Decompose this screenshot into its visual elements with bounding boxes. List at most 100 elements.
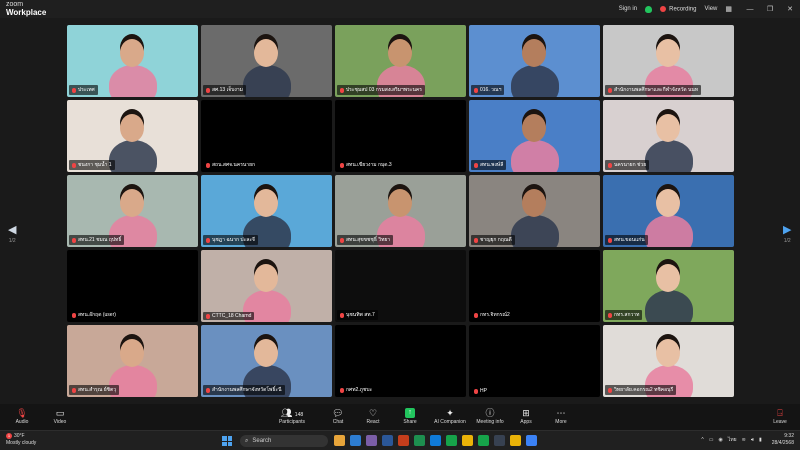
app-brand: zoom Workplace: [6, 1, 46, 17]
participant-face: [254, 264, 278, 292]
teams-icon[interactable]: [366, 435, 377, 446]
volume-icon[interactable]: 🔊︎: [751, 437, 754, 443]
taskbar-search[interactable]: ⌕ Search: [240, 435, 328, 447]
video-tile[interactable]: สทน.ขอนแก่น: [603, 175, 734, 247]
language-indicator[interactable]: ไทย: [728, 436, 737, 444]
participant-name: สทน.ขอนแก่น: [605, 235, 648, 245]
video-tile[interactable]: นุชนทิพ สท.7: [335, 250, 466, 322]
video-tile[interactable]: กทร.จิทกรณ์2: [469, 250, 600, 322]
chevron-up-icon[interactable]: ^: [701, 437, 703, 443]
view-button[interactable]: View: [704, 6, 717, 12]
taskbar-apps: [334, 435, 537, 446]
excel-icon[interactable]: [414, 435, 425, 446]
audio-button[interactable]: 🎙︎ Audio: [2, 407, 42, 425]
edge-icon[interactable]: [350, 435, 361, 446]
participant-name: สทน.21 ชมณ ฤปทธิ์: [69, 235, 125, 245]
leave-door-icon: ⍈: [777, 408, 783, 418]
video-tile[interactable]: วิทยาลัย.คอกรณ2 ทชิคอนุรี: [603, 325, 734, 397]
video-tile[interactable]: ชาญยุก กฤณดี: [469, 175, 600, 247]
network-icon[interactable]: ◉: [719, 437, 723, 443]
battery-icon[interactable]: ▮: [759, 437, 762, 443]
video-tile[interactable]: สทน.สุขขชชุธิ์ วิทยา: [335, 175, 466, 247]
participant-video: [109, 140, 157, 172]
chrome-alt-icon[interactable]: [510, 435, 521, 446]
line-app-icon[interactable]: [478, 435, 489, 446]
participant-name: สศ.13 เจ็บงาม: [203, 85, 246, 95]
shield-icon[interactable]: [645, 5, 653, 13]
powerpoint-icon[interactable]: [398, 435, 409, 446]
participant-name: สทน.สุขขชชุธิ์ วิทยา: [337, 235, 394, 245]
video-tile[interactable]: นุชฎา ฉนาก ปะละจี: [201, 175, 332, 247]
mic-muted-icon: [206, 313, 210, 319]
word-icon[interactable]: [382, 435, 393, 446]
video-button[interactable]: ▭ Video: [40, 407, 80, 425]
grid-icon[interactable]: ▦: [725, 5, 732, 13]
mic-muted-icon: 🎙︎: [16, 408, 28, 418]
video-tile[interactable]: นครนายก ช่วย: [603, 100, 734, 172]
minimize-icon[interactable]: —: [740, 6, 760, 13]
recording-indicator[interactable]: Recording: [660, 5, 696, 12]
windows-start-icon[interactable]: [222, 436, 232, 446]
taskbar: 1 30°F Mostly cloudy ⌕ Search ^ ▭ ◉ ไทย ≋ …: [0, 430, 800, 450]
participant-name: สทน.เขียวงาม กมุด.3: [337, 160, 395, 170]
video-tile[interactable]: HP: [469, 325, 600, 397]
mic-muted-icon: [72, 162, 76, 168]
participant-face: [656, 189, 680, 217]
video-tile[interactable]: สทน.พงษ์ลี: [469, 100, 600, 172]
video-tile[interactable]: ประเทศ: [67, 25, 198, 97]
react-button[interactable]: ♡ React: [353, 407, 393, 425]
store-icon[interactable]: [494, 435, 505, 446]
video-tile[interactable]: สถน.สศจ.นครนายก: [201, 100, 332, 172]
video-tile[interactable]: CTTC_18 Charnd: [201, 250, 332, 322]
apps-button[interactable]: ⊞ Apps: [506, 407, 546, 425]
video-tile[interactable]: สทน.เขียวงาม กมุด.3: [335, 100, 466, 172]
video-tile[interactable]: สำนักงานพลศึกษาจังหวัดโพธิ์ะนี: [201, 325, 332, 397]
mic-muted-icon: [474, 87, 478, 93]
share-button[interactable]: ↑ Share: [390, 407, 430, 425]
video-tile[interactable]: สทน.สำรุณ ย์ชิตวุ: [67, 325, 198, 397]
mic-muted-icon: [474, 162, 478, 168]
ai-companion-button[interactable]: ✦ AI Companion: [430, 407, 470, 425]
video-tile[interactable]: กทร.สกวาท: [603, 250, 734, 322]
outlook-icon[interactable]: [430, 435, 441, 446]
participant-video: [511, 140, 559, 172]
maximize-icon[interactable]: ❐: [760, 5, 780, 13]
more-button[interactable]: ⋯ More: [541, 407, 581, 425]
participant-name: กทร.สกวาท: [605, 310, 643, 320]
participant-face: [254, 339, 278, 367]
participant-face: [388, 189, 412, 217]
participant-face: [656, 39, 680, 67]
close-icon[interactable]: ✕: [780, 5, 800, 13]
participant-face: [656, 264, 680, 292]
sign-in-link[interactable]: Sign in: [619, 6, 637, 12]
meeting-info-button[interactable]: ⓘ Meeting info: [470, 407, 510, 425]
mic-muted-icon: [340, 387, 344, 393]
chrome-icon[interactable]: [462, 435, 473, 446]
chat-tray-icon[interactable]: ▭: [709, 437, 714, 443]
video-tile[interactable]: สทน.อ๊กฤด (user): [67, 250, 198, 322]
participants-button[interactable]: 👥︎ 148 Participants: [272, 407, 312, 425]
line-icon[interactable]: [446, 435, 457, 446]
chevron-left-icon: ◀: [8, 224, 17, 236]
video-tile[interactable]: 016. วณฯ: [469, 25, 600, 97]
video-tile[interactable]: ประชุมสป 03 กรมสงเสริมฯพระนคร: [335, 25, 466, 97]
prev-page-button[interactable]: ◀ 1/2: [8, 223, 16, 244]
video-tile[interactable]: ชนงกา ชุมน้ำ 1: [67, 100, 198, 172]
video-stage: ◀ 1/2 ▶ 1/2 ประเทศ สศ.13 เจ็บงาม ประชุมสป …: [0, 18, 800, 404]
file-explorer-icon[interactable]: [334, 435, 345, 446]
page-indicator-right: 1/2: [783, 238, 791, 244]
weather-widget[interactable]: 1 30°F Mostly cloudy: [6, 433, 36, 447]
chat-button[interactable]: 💬︎ Chat: [318, 407, 358, 425]
clock[interactable]: 9:32 28/4/2568: [767, 433, 794, 447]
video-tile[interactable]: สทน.21 ชมณ ฤปทธิ์: [67, 175, 198, 247]
zoom-taskbar-icon[interactable]: [526, 435, 537, 446]
leave-button[interactable]: ⍈ Leave: [760, 407, 800, 425]
mic-muted-icon: [340, 237, 344, 243]
video-tile[interactable]: สำนักงานพลศึกษาและกีฬาจังหวัด นนท: [603, 25, 734, 97]
video-tile[interactable]: สศ.13 เจ็บงาม: [201, 25, 332, 97]
next-page-button[interactable]: ▶ 1/2: [783, 223, 791, 244]
info-icon: ⓘ: [485, 408, 495, 418]
video-tile[interactable]: กศท2.ภูชบะ: [335, 325, 466, 397]
participant-face: [120, 189, 144, 217]
wifi-icon[interactable]: ≋: [742, 437, 746, 443]
